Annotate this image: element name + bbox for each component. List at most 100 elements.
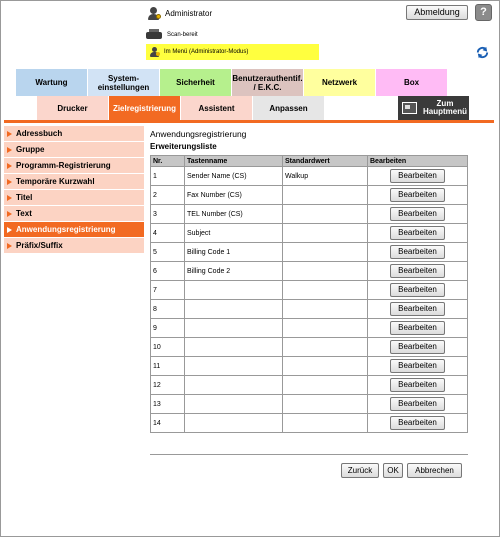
table-row: 7 Bearbeiten bbox=[150, 280, 468, 300]
status-text: Scan-bereit bbox=[167, 31, 198, 38]
row-default-value: Walkup bbox=[282, 166, 368, 186]
mode-text: Im Menü (Administrator-Modus) bbox=[164, 49, 249, 55]
row-number: 3 bbox=[150, 204, 185, 224]
table-row: 11 Bearbeiten bbox=[150, 356, 468, 376]
refresh-icon bbox=[475, 45, 490, 60]
subtab-anpassen[interactable]: Anpassen bbox=[253, 96, 325, 120]
row-key-name bbox=[184, 318, 283, 338]
sidebar-item-label: Programm-Registrierung bbox=[16, 161, 111, 170]
row-key-name bbox=[184, 375, 283, 395]
section-title: Erweiterungsliste bbox=[150, 142, 217, 151]
sidebar-item-anwendungsregistrierung[interactable]: Anwendungsregistrierung bbox=[4, 222, 144, 238]
arrow-right-icon bbox=[7, 226, 12, 233]
page-title: Anwendungsregistrierung bbox=[150, 129, 247, 139]
tab-box[interactable]: Box bbox=[376, 69, 448, 96]
edit-button[interactable]: Bearbeiten bbox=[390, 321, 445, 335]
edit-button[interactable]: Bearbeiten bbox=[390, 302, 445, 316]
main-menu-button[interactable]: Zum Hauptmenü bbox=[398, 96, 469, 120]
sidebar-item-praefix-suffix[interactable]: Präfix/Suffix bbox=[4, 238, 144, 254]
sidebar-item-label: Temporäre Kurzwahl bbox=[16, 177, 95, 186]
sidebar-item-adressbuch[interactable]: Adressbuch bbox=[4, 126, 144, 142]
table-row: 6 Billing Code 2 Bearbeiten bbox=[150, 261, 468, 281]
row-default-value bbox=[282, 413, 368, 433]
edit-button[interactable]: Bearbeiten bbox=[390, 169, 445, 183]
edit-button[interactable]: Bearbeiten bbox=[390, 226, 445, 240]
row-key-name: Sender Name (CS) bbox=[184, 166, 283, 186]
sidebar-item-text[interactable]: Text bbox=[4, 206, 144, 222]
arrow-right-icon bbox=[7, 146, 12, 153]
row-key-name bbox=[184, 394, 283, 414]
extension-table: Nr. Tastenname Standardwert Bearbeiten 1… bbox=[150, 155, 468, 433]
device-status: Scan-bereit bbox=[146, 29, 198, 40]
tab-wartung[interactable]: Wartung bbox=[16, 69, 88, 96]
row-default-value bbox=[282, 204, 368, 224]
edit-button[interactable]: Bearbeiten bbox=[390, 378, 445, 392]
edit-button[interactable]: Bearbeiten bbox=[390, 245, 445, 259]
row-default-value bbox=[282, 261, 368, 281]
row-edit-cell: Bearbeiten bbox=[367, 223, 468, 243]
row-key-name: Subject bbox=[184, 223, 283, 243]
sidebar-item-temporaere-kurzwahl[interactable]: Temporäre Kurzwahl bbox=[4, 174, 144, 190]
sidebar-item-gruppe[interactable]: Gruppe bbox=[4, 142, 144, 158]
column-header-bearbeiten: Bearbeiten bbox=[367, 155, 468, 167]
table-row: 5 Billing Code 1 Bearbeiten bbox=[150, 242, 468, 262]
table-row: 14 Bearbeiten bbox=[150, 413, 468, 433]
table-row: 13 Bearbeiten bbox=[150, 394, 468, 414]
row-key-name: Fax Number (CS) bbox=[184, 185, 283, 205]
row-number: 8 bbox=[150, 299, 185, 319]
cancel-button[interactable]: Abbrechen bbox=[407, 463, 462, 478]
logout-button[interactable]: Abmeldung bbox=[406, 5, 468, 20]
column-header-nr: Nr. bbox=[150, 155, 185, 167]
sidebar-item-label: Präfix/Suffix bbox=[16, 241, 63, 250]
row-number: 10 bbox=[150, 337, 185, 357]
subtab-assistent[interactable]: Assistent bbox=[181, 96, 253, 120]
row-number: 5 bbox=[150, 242, 185, 262]
tab-systemeinstellungen[interactable]: System- einstellungen bbox=[88, 69, 160, 96]
edit-button[interactable]: Bearbeiten bbox=[390, 340, 445, 354]
edit-button[interactable]: Bearbeiten bbox=[390, 207, 445, 221]
edit-button[interactable]: Bearbeiten bbox=[390, 264, 445, 278]
row-number: 1 bbox=[150, 166, 185, 186]
column-header-standardwert: Standardwert bbox=[282, 155, 368, 167]
edit-button[interactable]: Bearbeiten bbox=[390, 188, 445, 202]
subtab-zielregistrierung[interactable]: Zielregistrierung bbox=[109, 96, 181, 120]
sidebar-item-titel[interactable]: Titel bbox=[4, 190, 144, 206]
edit-button[interactable]: Bearbeiten bbox=[390, 359, 445, 373]
ok-button[interactable]: OK bbox=[383, 463, 403, 478]
row-key-name: Billing Code 2 bbox=[184, 261, 283, 281]
table-row: 12 Bearbeiten bbox=[150, 375, 468, 395]
help-button[interactable]: ? bbox=[475, 4, 492, 21]
back-button[interactable]: Zurück bbox=[341, 463, 379, 478]
row-default-value bbox=[282, 280, 368, 300]
refresh-button[interactable] bbox=[475, 45, 490, 60]
tab-benutzerauthentifizierung[interactable]: Benutzerauthentif. / E.K.C. bbox=[232, 69, 304, 96]
edit-button[interactable]: Bearbeiten bbox=[390, 416, 445, 430]
row-edit-cell: Bearbeiten bbox=[367, 166, 468, 186]
tab-netzwerk[interactable]: Netzwerk bbox=[304, 69, 376, 96]
tab-sicherheit[interactable]: Sicherheit bbox=[160, 69, 232, 96]
row-default-value bbox=[282, 242, 368, 262]
row-edit-cell: Bearbeiten bbox=[367, 261, 468, 281]
row-edit-cell: Bearbeiten bbox=[367, 375, 468, 395]
table-row: 2 Fax Number (CS) Bearbeiten bbox=[150, 185, 468, 205]
arrow-right-icon bbox=[7, 194, 12, 201]
subtab-drucker[interactable]: Drucker bbox=[37, 96, 109, 120]
row-default-value bbox=[282, 375, 368, 395]
tab-divider bbox=[4, 120, 494, 123]
row-key-name bbox=[184, 337, 283, 357]
table-row: 10 Bearbeiten bbox=[150, 337, 468, 357]
row-number: 14 bbox=[150, 413, 185, 433]
row-key-name bbox=[184, 356, 283, 376]
edit-button[interactable]: Bearbeiten bbox=[390, 283, 445, 297]
row-key-name bbox=[184, 280, 283, 300]
sidebar-item-programm-registrierung[interactable]: Programm-Registrierung bbox=[4, 158, 144, 174]
arrow-right-icon bbox=[7, 130, 12, 137]
footer-actions: Zurück OK Abbrechen bbox=[341, 463, 462, 478]
scanner-icon bbox=[146, 29, 162, 40]
row-edit-cell: Bearbeiten bbox=[367, 356, 468, 376]
row-default-value bbox=[282, 356, 368, 376]
row-default-value bbox=[282, 318, 368, 338]
table-row: 4 Subject Bearbeiten bbox=[150, 223, 468, 243]
edit-button[interactable]: Bearbeiten bbox=[390, 397, 445, 411]
table-body: 1 Sender Name (CS) Walkup Bearbeiten 2 Fax Nu… bbox=[150, 166, 468, 433]
